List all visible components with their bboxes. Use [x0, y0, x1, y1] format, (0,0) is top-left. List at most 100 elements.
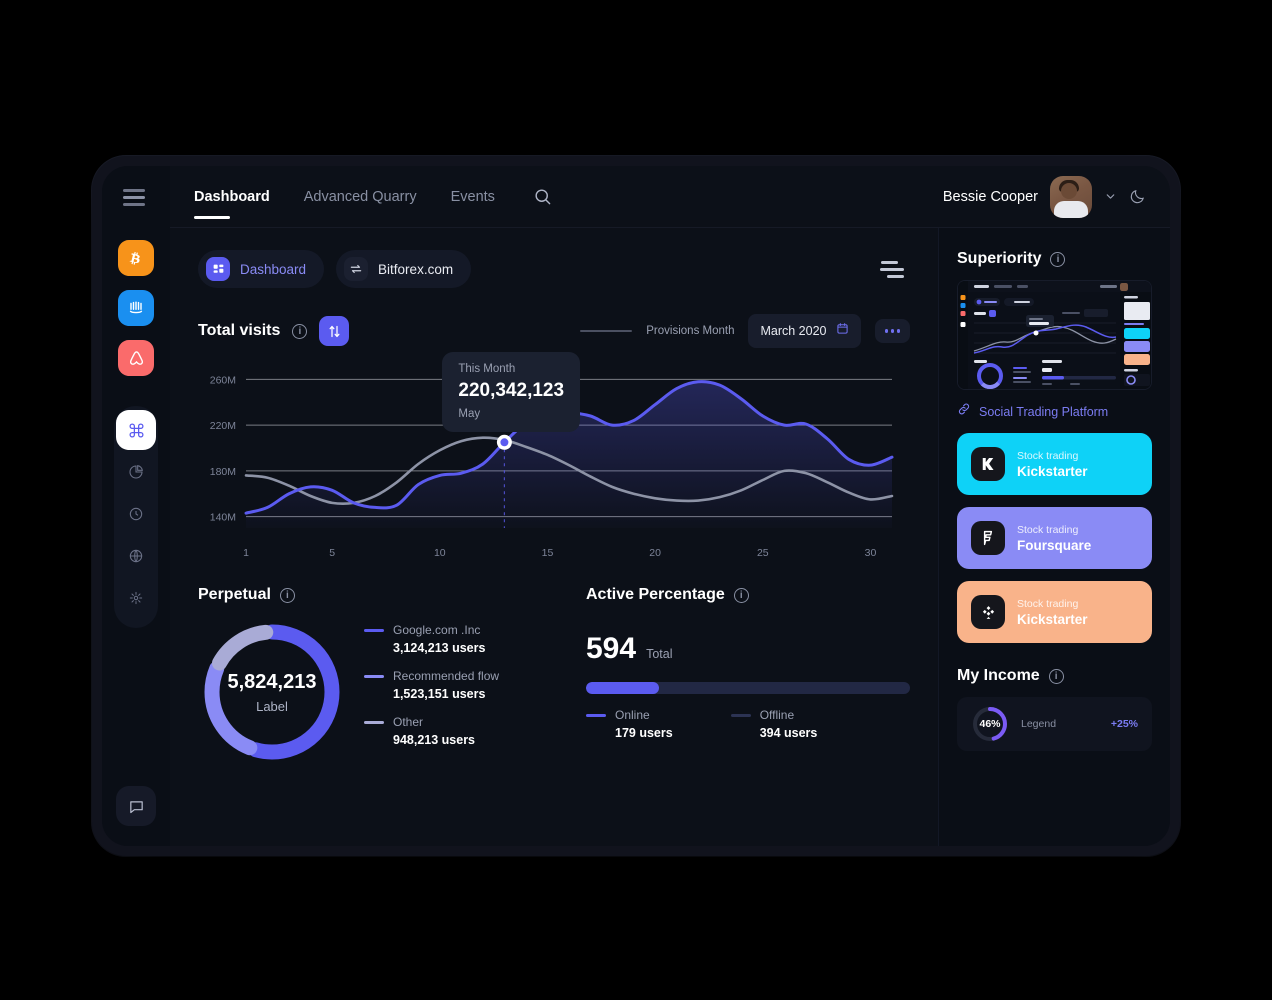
active-total-value: 594: [586, 632, 637, 665]
info-icon[interactable]: i: [279, 587, 295, 603]
active-progress-bar[interactable]: [586, 682, 910, 694]
pie-chart-icon[interactable]: [116, 452, 156, 492]
airbnb-icon[interactable]: [118, 340, 154, 376]
active-percentage-header: Active Percentage i: [586, 586, 910, 604]
total-visits-chart: 140M 180M 220M 260M 1 5 10 15 20 25 30 This Month…: [198, 352, 910, 570]
chip-dashboard[interactable]: Dashboard: [198, 250, 325, 288]
legend-item: Offline 394 users: [730, 708, 818, 740]
sparkle-icon[interactable]: [116, 578, 156, 618]
chevron-down-icon[interactable]: [1104, 190, 1117, 203]
stock-card-title: Kickstarter: [1017, 463, 1088, 479]
info-icon[interactable]: i: [1048, 668, 1064, 684]
info-icon[interactable]: i: [292, 323, 308, 339]
stock-card-sub: Stock trading: [1017, 597, 1079, 610]
total-visits-controls: Provisions Month March 2020: [580, 314, 910, 348]
top-navigation-bar: Dashboard Advanced Quarry Events Bessie …: [170, 166, 1170, 228]
bottom-panels: Perpetual i 5,824,213 Label Google.com .…: [198, 586, 910, 766]
legend-value: 1,523,151 users: [393, 687, 486, 701]
chip-row: Dashboard Bitforex.com: [198, 250, 910, 288]
tab-dashboard[interactable]: Dashboard: [194, 169, 270, 225]
dashboard-preview-thumbnail[interactable]: [957, 280, 1152, 390]
legend-value: 394 users: [759, 726, 818, 740]
stock-card-kickstarter[interactable]: Stock trading Kickstarter: [957, 433, 1152, 495]
donut-value: 5,824,213: [227, 670, 317, 693]
date-picker[interactable]: March 2020: [748, 314, 861, 348]
legend-swatch: [364, 628, 384, 632]
perpetual-body: 5,824,213 Label Google.com .Inc 3,124,21…: [198, 618, 558, 766]
legend-item: Google.com .Inc 3,124,213 users: [364, 623, 499, 655]
calendar-icon: [836, 322, 849, 340]
income-legend-label: Legend: [1021, 718, 1057, 730]
legend-value: 179 users: [615, 726, 673, 740]
samsungpay-icon[interactable]: [118, 290, 154, 326]
info-icon[interactable]: i: [1050, 251, 1066, 267]
clock-icon[interactable]: [116, 494, 156, 534]
kickstarter-icon: [971, 447, 1005, 481]
perpetual-legend: Google.com .Inc 3,124,213 users Recommen…: [364, 623, 499, 761]
active-progress-fill: [586, 682, 659, 694]
globe-icon[interactable]: [116, 536, 156, 576]
dashboard-screen: Dashboard Advanced Quarry Events Bessie …: [102, 166, 1170, 846]
tab-events[interactable]: Events: [451, 169, 495, 225]
legend-swatch: [730, 713, 751, 717]
active-total-row: 594 Total: [586, 632, 910, 666]
stock-card-sub: Stock trading: [1017, 449, 1079, 462]
left-icon-rail: [102, 166, 170, 846]
tablet-device-frame: Dashboard Advanced Quarry Events Bessie …: [92, 156, 1180, 856]
svg-text:10: 10: [434, 547, 446, 559]
legend-name: Google.com .Inc: [393, 623, 481, 637]
filter-lines-icon[interactable]: [874, 255, 910, 284]
legend-item: Other 948,213 users: [364, 715, 499, 747]
active-total-label: Total: [646, 647, 673, 661]
grid-icon: [206, 257, 230, 281]
legend-line: [580, 330, 633, 332]
tab-advanced-quarry[interactable]: Advanced Quarry: [304, 169, 417, 225]
my-income-card[interactable]: 46% Legend +25%: [957, 697, 1152, 751]
command-icon[interactable]: [116, 410, 156, 450]
more-dots-icon[interactable]: [874, 319, 910, 343]
avatar[interactable]: [1050, 175, 1092, 218]
stock-card-title: Foursquare: [1017, 537, 1092, 553]
svg-text:20: 20: [649, 547, 661, 559]
social-trading-link[interactable]: Social Trading Platform: [957, 402, 1152, 421]
provisions-month-label: Provisions Month: [646, 325, 735, 337]
search-icon[interactable]: [533, 187, 552, 206]
svg-text:180M: 180M: [210, 466, 236, 478]
income-delta: +25%: [1110, 718, 1138, 730]
bitcoin-icon[interactable]: [118, 240, 154, 276]
legend-name: Recommended flow: [393, 669, 500, 683]
donut-center: 5,824,213 Label: [198, 618, 346, 766]
legend-item: Recommended flow 1,523,151 users: [364, 669, 499, 701]
line-chart-svg: 140M180M220M260M 1 5 10 15 20 25 30: [210, 374, 894, 559]
info-icon[interactable]: i: [733, 587, 749, 603]
active-percentage-panel: Active Percentage i 594 Total Online 179…: [586, 586, 910, 766]
content-area: Dashboard Bitforex.com Total visits i Pr…: [170, 228, 1170, 846]
svg-text:5: 5: [329, 547, 335, 559]
legend-item: Online 179 users: [586, 708, 673, 740]
legend-swatch: [364, 674, 384, 678]
svg-text:140M: 140M: [210, 512, 236, 524]
donut-label: Label: [256, 698, 288, 714]
stock-card-kickstarter-alt[interactable]: Stock trading Kickstarter: [957, 581, 1152, 643]
my-income-title: My Income: [957, 667, 1040, 684]
sort-arrows-icon[interactable]: [319, 316, 350, 346]
perpetual-title: Perpetual: [198, 586, 271, 603]
user-name: Bessie Cooper: [942, 188, 1038, 205]
social-trading-link-text: Social Trading Platform: [979, 404, 1109, 419]
svg-text:220M: 220M: [210, 420, 236, 432]
legend-swatch: [586, 713, 606, 717]
legend-swatch: [364, 720, 384, 724]
center-panel: Dashboard Bitforex.com Total visits i Pr…: [170, 228, 938, 846]
hamburger-icon[interactable]: [123, 184, 149, 210]
legend-name: Offline: [759, 708, 795, 722]
chat-bubble-icon[interactable]: [116, 786, 156, 826]
main-column: Dashboard Advanced Quarry Events Bessie …: [170, 166, 1170, 846]
nav-tile-group: [114, 406, 158, 628]
user-zone: Bessie Cooper: [942, 175, 1146, 218]
stock-card-foursquare[interactable]: Stock trading Foursquare: [957, 507, 1152, 569]
chip-bitforex[interactable]: Bitforex.com: [336, 250, 472, 288]
perpetual-panel: Perpetual i 5,824,213 Label Google.com .…: [198, 586, 558, 766]
moon-icon[interactable]: [1129, 188, 1146, 205]
link-icon: [957, 402, 971, 421]
chip-dashboard-label: Dashboard: [240, 261, 307, 277]
